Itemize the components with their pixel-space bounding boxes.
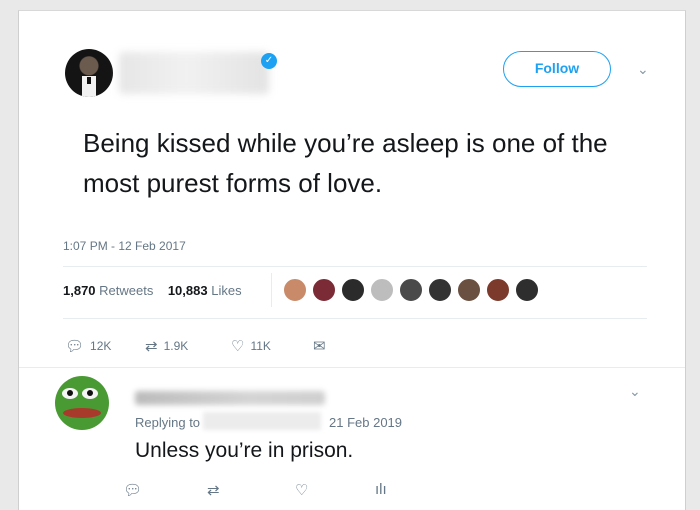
likes-label[interactable]: Likes xyxy=(211,283,241,298)
liker-avatar[interactable] xyxy=(486,278,510,302)
engagement-stats: 1,870 Retweets 10,883 Likes xyxy=(63,283,242,298)
reply-author-avatar[interactable] xyxy=(55,376,109,430)
tweet-text: Being kissed while you’re asleep is one … xyxy=(83,128,608,198)
liker-avatar[interactable] xyxy=(341,278,365,302)
reply-analytics-action[interactable]: ılı xyxy=(375,481,387,498)
liker-avatar[interactable] xyxy=(312,278,336,302)
reply-count: 12K xyxy=(90,339,112,353)
avatar-eye xyxy=(82,388,98,399)
retweet-icon: ⇄ xyxy=(145,338,158,355)
replying-to-handle-redacted[interactable] xyxy=(203,412,321,430)
tweet-card: ✓ Follow ⌄ Being kissed while you’re asl… xyxy=(18,10,686,510)
follow-button[interactable]: Follow xyxy=(503,51,611,87)
like-action[interactable]: ♡ 11K xyxy=(231,337,271,355)
divider xyxy=(19,367,685,368)
divider xyxy=(63,266,647,267)
retweet-count: 1.9K xyxy=(163,339,189,353)
caret-down-icon[interactable]: ⌄ xyxy=(629,383,641,400)
envelope-icon: ✉ xyxy=(313,338,326,355)
likes-count[interactable]: 10,883 xyxy=(168,283,208,298)
replying-to-label: Replying to xyxy=(135,415,201,430)
liker-avatar[interactable] xyxy=(428,278,452,302)
author-name-redacted[interactable] xyxy=(119,52,269,94)
avatar-bowtie xyxy=(87,77,91,84)
reply-icon: 💬︎ xyxy=(123,482,143,499)
reply-action[interactable]: 💬︎ 12K xyxy=(65,337,111,355)
verified-badge-icon: ✓ xyxy=(261,53,277,69)
liker-avatar[interactable] xyxy=(515,278,539,302)
reply-like-action[interactable]: ♡ xyxy=(295,481,308,499)
liker-avatar[interactable] xyxy=(370,278,394,302)
like-count: 11K xyxy=(250,339,271,353)
caret-down-icon[interactable]: ⌄ xyxy=(637,61,649,78)
avatar-mouth xyxy=(63,408,101,418)
heart-icon: ♡ xyxy=(295,482,309,499)
liker-avatar[interactable] xyxy=(283,278,307,302)
retweets-count[interactable]: 1,870 xyxy=(63,283,96,298)
heart-icon: ♡ xyxy=(231,338,245,355)
reply-reply-action[interactable]: 💬︎ xyxy=(123,481,142,499)
reply-text: Unless you’re in prison. xyxy=(135,439,354,462)
tweet-timestamp[interactable]: 1:07 PM - 12 Feb 2017 xyxy=(63,239,186,253)
reply-retweet-action[interactable]: ⇄ xyxy=(207,481,220,499)
stats-separator xyxy=(271,273,272,307)
reply-author-name-redacted[interactable] xyxy=(135,391,325,405)
analytics-icon: ılı xyxy=(375,481,387,498)
avatar-eye xyxy=(62,388,78,399)
reply-icon: 💬︎ xyxy=(65,338,85,355)
liker-avatar[interactable] xyxy=(457,278,481,302)
reply-date[interactable]: 21 Feb 2019 xyxy=(329,415,402,430)
liker-avatar[interactable] xyxy=(399,278,423,302)
message-action[interactable]: ✉ xyxy=(313,337,326,355)
author-avatar[interactable] xyxy=(65,49,113,97)
retweet-icon: ⇄ xyxy=(207,482,220,499)
retweet-action[interactable]: ⇄ 1.9K xyxy=(145,337,188,355)
divider xyxy=(63,318,647,319)
retweets-label[interactable]: Retweets xyxy=(99,283,153,298)
